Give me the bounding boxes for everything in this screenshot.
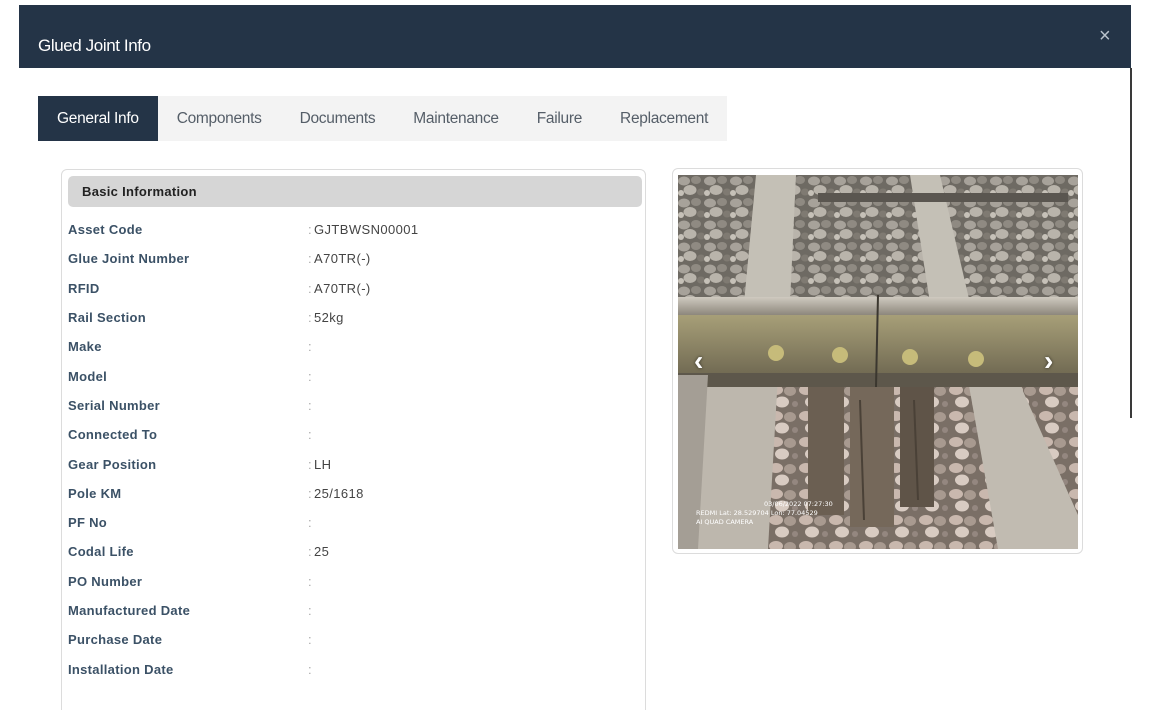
watermark-datetime: 03/06/2022 07:27:30 — [764, 500, 833, 508]
info-label: Rail Section — [68, 310, 147, 326]
info-label: Purchase Date — [68, 632, 163, 648]
colon: : — [308, 397, 312, 413]
dialog-header: Glued Joint Info × — [19, 5, 1131, 68]
info-label: Codal Life — [68, 544, 134, 560]
section-header: Basic Information — [68, 176, 642, 207]
info-value: LH — [314, 456, 332, 472]
tab-components[interactable]: Components — [157, 96, 281, 141]
info-row-pole-km: Pole KM:25/1618 — [68, 479, 638, 508]
info-value: GJTBWSN00001 — [314, 222, 419, 238]
colon: : — [308, 603, 312, 618]
colon: : — [308, 427, 312, 443]
info-row-pf-no: PF No: — [68, 508, 638, 537]
colon: : — [308, 515, 312, 531]
watermark-coords: REDMI Lat: 28.529704 Lon: 77.04529 — [696, 509, 818, 517]
info-row-asset-code: Asset Code: GJTBWSN00001 — [68, 215, 638, 244]
colon: : — [308, 368, 312, 384]
colon: : — [308, 661, 312, 677]
info-row-glue-joint-number: Glue Joint Number: A70TR(-) — [68, 244, 638, 273]
info-value: 25 — [314, 544, 330, 560]
info-value: A70TR(-) — [314, 280, 371, 296]
tab-general-info[interactable]: General Info — [38, 96, 158, 141]
info-label: Manufactured Date — [68, 603, 191, 618]
rail-photo-illustration — [678, 175, 1078, 549]
info-row-installation-date: Installation Date: — [68, 654, 638, 683]
tab-failure[interactable]: Failure — [517, 96, 602, 141]
colon: : — [308, 573, 312, 589]
info-label: PF No — [68, 515, 108, 531]
info-list: Asset Code: GJTBWSN00001 Glue Joint Numbe… — [68, 215, 638, 684]
info-row-codal-life: Codal Life:25 — [68, 537, 638, 566]
info-row-model: Model: — [68, 361, 638, 390]
info-label: Pole KM — [68, 485, 122, 501]
photo-carousel-card: ‹ › 03/06/2022 07:27:30 REDMI Lat: 28.52… — [672, 168, 1083, 554]
info-label: Connected To — [68, 427, 158, 443]
info-value: A70TR(-) — [314, 251, 371, 267]
photo-watermark: 03/06/2022 07:27:30 REDMI Lat: 28.529704… — [696, 500, 833, 527]
tab-maintenance[interactable]: Maintenance — [394, 96, 518, 141]
info-row-connected-to: Connected To: — [68, 420, 638, 449]
info-row-make: Make: — [68, 332, 638, 361]
watermark-camera: AI QUAD CAMERA — [696, 518, 754, 526]
info-label: Model — [68, 368, 108, 384]
dialog-edge — [1130, 68, 1132, 418]
info-label: Make — [68, 339, 102, 355]
info-row-rfid: RFID: A70TR(-) — [68, 274, 638, 303]
tab-replacement[interactable]: Replacement — [601, 96, 728, 141]
tab-bar: General Info Components Documents Mainte… — [38, 96, 728, 141]
close-icon[interactable]: × — [1099, 25, 1111, 48]
dialog-title: Glued Joint Info — [38, 36, 151, 55]
info-label: PO Number — [68, 573, 143, 589]
info-label: Glue Joint Number — [68, 251, 190, 267]
info-row-po-number: PO Number: — [68, 567, 638, 596]
carousel-prev-icon[interactable]: ‹ — [694, 345, 703, 377]
info-label: Installation Date — [68, 661, 174, 677]
info-row-gear-position: Gear Position: LH — [68, 449, 638, 478]
rail-joint-photo: ‹ › 03/06/2022 07:27:30 REDMI Lat: 28.52… — [678, 175, 1078, 549]
info-row-manufactured-date: Manufactured Date: — [68, 596, 638, 625]
section-title: Basic Information — [82, 184, 197, 199]
info-row-serial-number: Serial Number: — [68, 391, 638, 420]
info-row-purchase-date: Purchase Date: — [68, 625, 638, 654]
info-row-rail-section: Rail Section:52kg — [68, 303, 638, 332]
info-label: Serial Number — [68, 397, 161, 413]
colon: : — [308, 339, 312, 355]
tab-documents[interactable]: Documents — [280, 96, 395, 141]
info-label: Asset Code — [68, 222, 143, 238]
colon: : — [308, 632, 312, 648]
info-label: Gear Position — [68, 456, 157, 472]
carousel-next-icon[interactable]: › — [1044, 345, 1053, 377]
basic-information-card: Basic Information Asset Code: GJTBWSN0000… — [61, 169, 646, 710]
info-value: 25/1618 — [314, 485, 364, 501]
info-value: 52kg — [314, 310, 344, 326]
info-label: RFID — [68, 280, 100, 296]
